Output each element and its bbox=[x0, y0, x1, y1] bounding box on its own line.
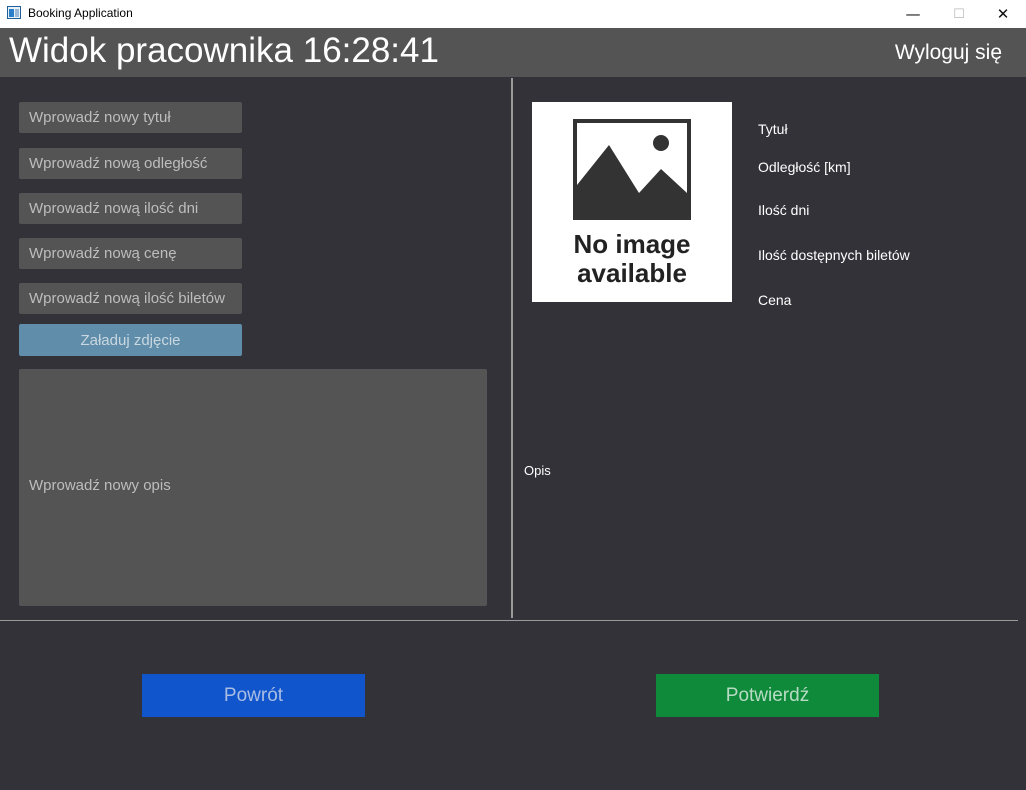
page-title: Widok pracownika 16:28:41 bbox=[9, 31, 439, 70]
preview-distance-label: Odległość [km] bbox=[758, 159, 851, 175]
no-image-text: No image available bbox=[532, 230, 732, 288]
title-input[interactable] bbox=[19, 102, 242, 133]
no-image-line1: No image bbox=[573, 229, 691, 259]
preview-image: No image available bbox=[532, 102, 732, 302]
distance-input[interactable] bbox=[19, 148, 242, 179]
preview-title-label: Tytuł bbox=[758, 121, 788, 137]
confirm-button[interactable]: Potwierdź bbox=[656, 674, 879, 717]
image-placeholder-icon bbox=[573, 119, 691, 220]
window-titlebar: Booking Application — ☐ ✕ bbox=[0, 0, 1026, 28]
window-title: Booking Application bbox=[28, 6, 133, 20]
app-icon bbox=[7, 6, 21, 19]
horizontal-divider bbox=[0, 620, 1018, 621]
back-button[interactable]: Powrót bbox=[142, 674, 365, 717]
mountain-picture-icon bbox=[577, 135, 687, 216]
preview-description-label: Opis bbox=[524, 463, 551, 478]
logout-button[interactable]: Wyloguj się bbox=[895, 41, 1002, 65]
tickets-input[interactable] bbox=[19, 283, 242, 314]
close-icon[interactable]: ✕ bbox=[980, 0, 1026, 28]
price-input[interactable] bbox=[19, 238, 242, 269]
upload-image-button[interactable]: Załaduj zdjęcie bbox=[19, 324, 242, 356]
preview-days-label: Ilość dni bbox=[758, 202, 810, 218]
page-header: Widok pracownika 16:28:41 Wyloguj się bbox=[0, 28, 1026, 77]
preview-price-label: Cena bbox=[758, 292, 792, 308]
no-image-line2: available bbox=[577, 258, 687, 288]
minimize-icon[interactable]: — bbox=[890, 0, 936, 28]
days-input[interactable] bbox=[19, 193, 242, 224]
vertical-divider bbox=[511, 78, 513, 618]
preview-tickets-label: Ilość dostępnych biletów bbox=[758, 247, 910, 263]
maximize-icon[interactable]: ☐ bbox=[936, 0, 982, 28]
description-input[interactable] bbox=[19, 369, 487, 606]
